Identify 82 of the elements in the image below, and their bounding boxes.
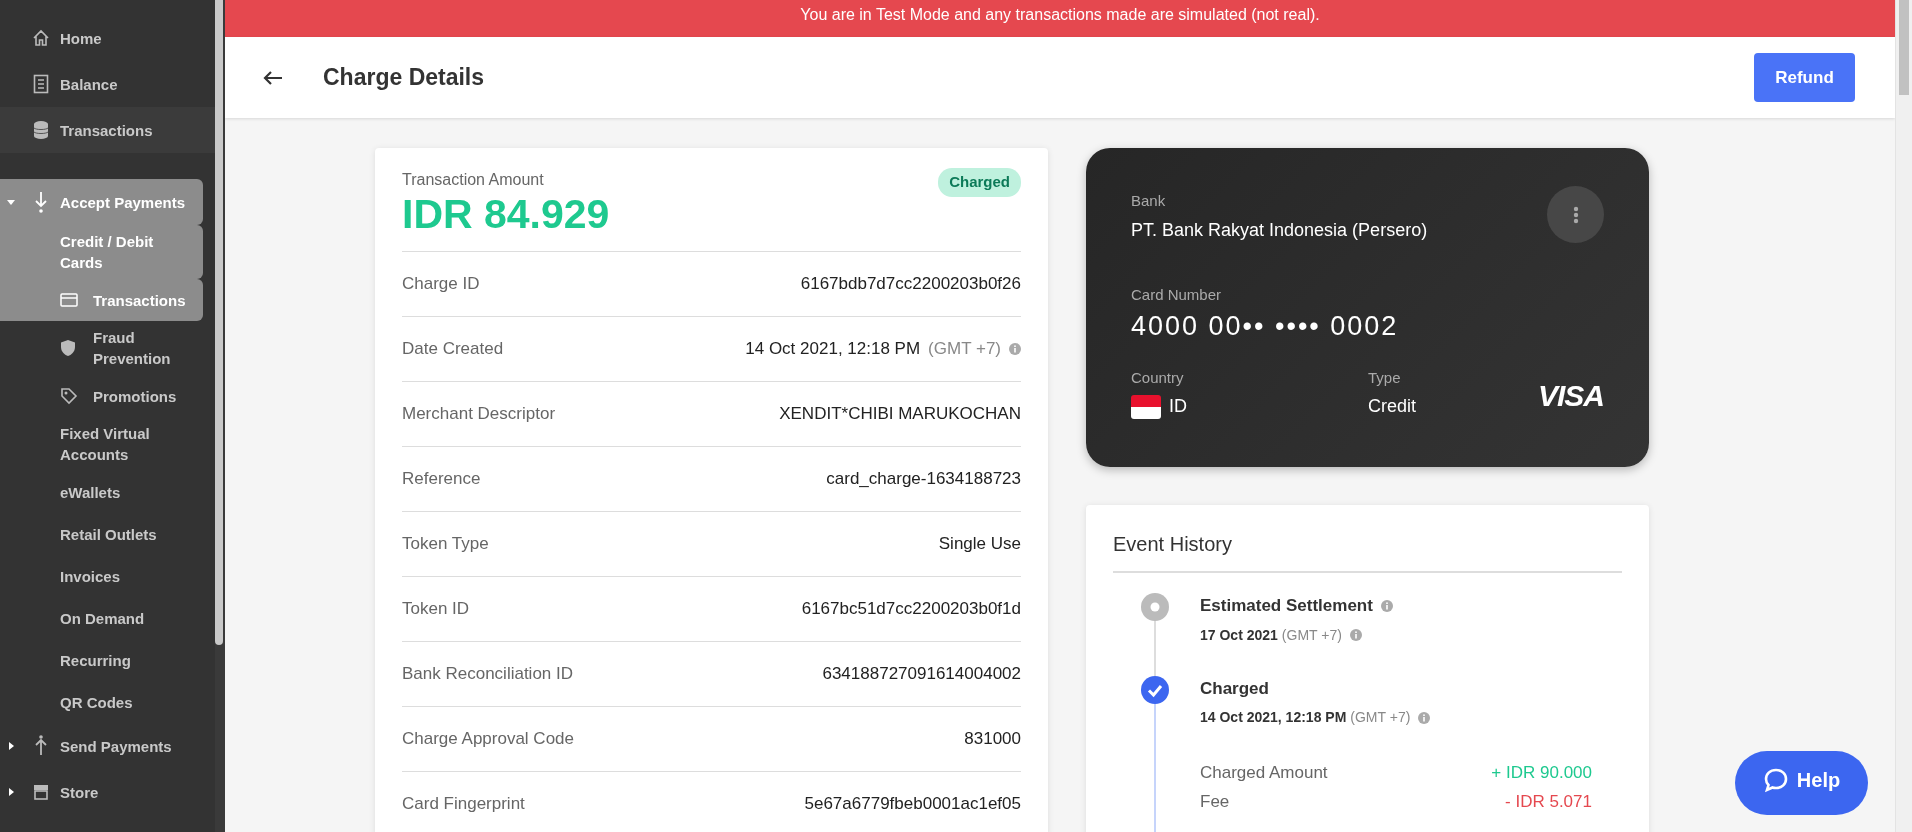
tag-icon bbox=[60, 387, 78, 405]
caret-right-icon bbox=[7, 788, 15, 796]
detail-label: Charge Approval Code bbox=[402, 728, 574, 751]
timezone-label: (GMT +7) bbox=[1281, 625, 1342, 645]
sidebar-item[interactable]: Fixed Virtual Accounts bbox=[0, 417, 203, 471]
sidebar-item[interactable]: Invoices bbox=[0, 555, 203, 597]
detail-value: Single Use bbox=[938, 533, 1021, 556]
detail-value: card_charge-1634188723 bbox=[826, 468, 1021, 491]
home-icon bbox=[32, 29, 50, 47]
shield-icon bbox=[60, 339, 76, 357]
test-mode-banner: You are in Test Mode and any transactions made are simulated (not real). bbox=[225, 0, 1895, 37]
sidebar-item[interactable]: eWallets bbox=[0, 471, 203, 513]
sidebar-item[interactable]: Transactions bbox=[0, 107, 215, 153]
scrollbar-thumb[interactable] bbox=[215, 0, 223, 645]
detail-value: 831000 bbox=[964, 728, 1021, 751]
page-title: Charge Details bbox=[323, 63, 485, 92]
back-arrow-icon bbox=[263, 69, 283, 86]
info-icon bbox=[1418, 711, 1431, 724]
sidebar-item[interactable]: Promotions bbox=[0, 375, 203, 417]
card-network-logo: VISA bbox=[1537, 378, 1604, 414]
detail-value: 14 Oct 2021, 12:18 PM bbox=[745, 338, 921, 361]
more-vertical-icon bbox=[1572, 205, 1579, 224]
info-icon bbox=[1009, 343, 1021, 356]
coins-icon bbox=[32, 120, 50, 140]
flag-icon bbox=[1131, 394, 1161, 419]
sidebar-item[interactable]: Send Payments bbox=[0, 723, 203, 769]
sidebar-item[interactable]: Recurring bbox=[0, 639, 203, 681]
sidebar-item[interactable]: Balance bbox=[0, 61, 203, 107]
sidebar-item[interactable]: QR Codes bbox=[0, 681, 203, 723]
arrow-up-icon bbox=[34, 735, 48, 757]
detail-label: Card Fingerprint bbox=[402, 793, 525, 816]
caret-right-icon bbox=[7, 742, 15, 750]
country-label: Country bbox=[1131, 367, 1185, 388]
amount-value: - IDR 5.071 bbox=[1505, 791, 1592, 813]
amount-label: Transaction Amount bbox=[402, 170, 545, 190]
card-icon bbox=[60, 293, 78, 307]
store-icon bbox=[32, 783, 50, 801]
detail-value: 5e67a6779fbeb0001ac1ef05 bbox=[804, 793, 1021, 816]
detail-label: Charge ID bbox=[402, 273, 480, 296]
refund-button[interactable]: Refund bbox=[1754, 53, 1855, 102]
detail-label: Reference bbox=[402, 468, 481, 491]
timezone-label: (GMT +7) bbox=[928, 338, 1001, 361]
detail-value: 6167bdb7d7cc2200203b0f26 bbox=[800, 273, 1021, 296]
scrollbar[interactable] bbox=[1895, 0, 1912, 832]
sidebar-item[interactable]: Fraud Prevention bbox=[0, 321, 203, 375]
sidebar-item[interactable]: Store bbox=[0, 769, 203, 815]
detail-value: XENDIT*CHIBI MARUKOCHAN bbox=[779, 403, 1021, 426]
event-title: Charged bbox=[1200, 677, 1269, 700]
status-badge: Charged bbox=[938, 168, 1021, 197]
amount-value: + IDR 90.000 bbox=[1491, 762, 1592, 784]
detail-label: Bank Reconciliation ID bbox=[402, 663, 574, 686]
sidebar-item[interactable]: On Demand bbox=[0, 597, 203, 639]
help-button[interactable]: Help bbox=[1735, 751, 1868, 815]
detail-label: Token Type bbox=[402, 533, 489, 556]
document-icon bbox=[33, 74, 49, 94]
type-label: Type bbox=[1368, 367, 1402, 388]
amount-value: IDR 84.929 bbox=[402, 192, 610, 238]
detail-label: Token ID bbox=[402, 598, 470, 621]
detail-value: 634188727091614004002 bbox=[822, 663, 1021, 686]
caret-down-icon bbox=[7, 198, 15, 206]
timezone-label: (GMT +7) bbox=[1350, 708, 1411, 727]
chat-bubble-icon bbox=[1762, 766, 1789, 793]
bank-name: PT. Bank Rakyat Indonesia (Persero) bbox=[1131, 218, 1429, 242]
info-icon bbox=[1349, 629, 1362, 641]
event-title: Estimated Settlement bbox=[1200, 595, 1373, 617]
amount-label: Fee bbox=[1200, 791, 1230, 813]
detail-value: 6167bc51d7cc2200203b0f1d bbox=[801, 598, 1021, 621]
arrow-down-icon bbox=[34, 191, 48, 213]
country-value: ID bbox=[1169, 395, 1187, 418]
card-number-label: Card Number bbox=[1131, 284, 1223, 305]
event-date: 17 Oct 2021 bbox=[1200, 625, 1278, 645]
sidebar-item[interactable]: Retail Outlets bbox=[0, 513, 203, 555]
event-date: 14 Oct 2021, 12:18 PM bbox=[1200, 708, 1347, 727]
bank-label: Bank bbox=[1131, 191, 1167, 211]
detail-label: Merchant Descriptor bbox=[402, 403, 556, 426]
card-type: Credit bbox=[1368, 395, 1417, 418]
amount-label: Charged Amount bbox=[1200, 762, 1328, 784]
section-title: Event History bbox=[1113, 529, 1622, 573]
sidebar-item[interactable]: Home bbox=[0, 15, 203, 61]
card-number: 4000 00•• •••• 0002 bbox=[1131, 310, 1400, 343]
detail-label: Date Created bbox=[402, 338, 504, 361]
info-icon bbox=[1380, 599, 1393, 612]
